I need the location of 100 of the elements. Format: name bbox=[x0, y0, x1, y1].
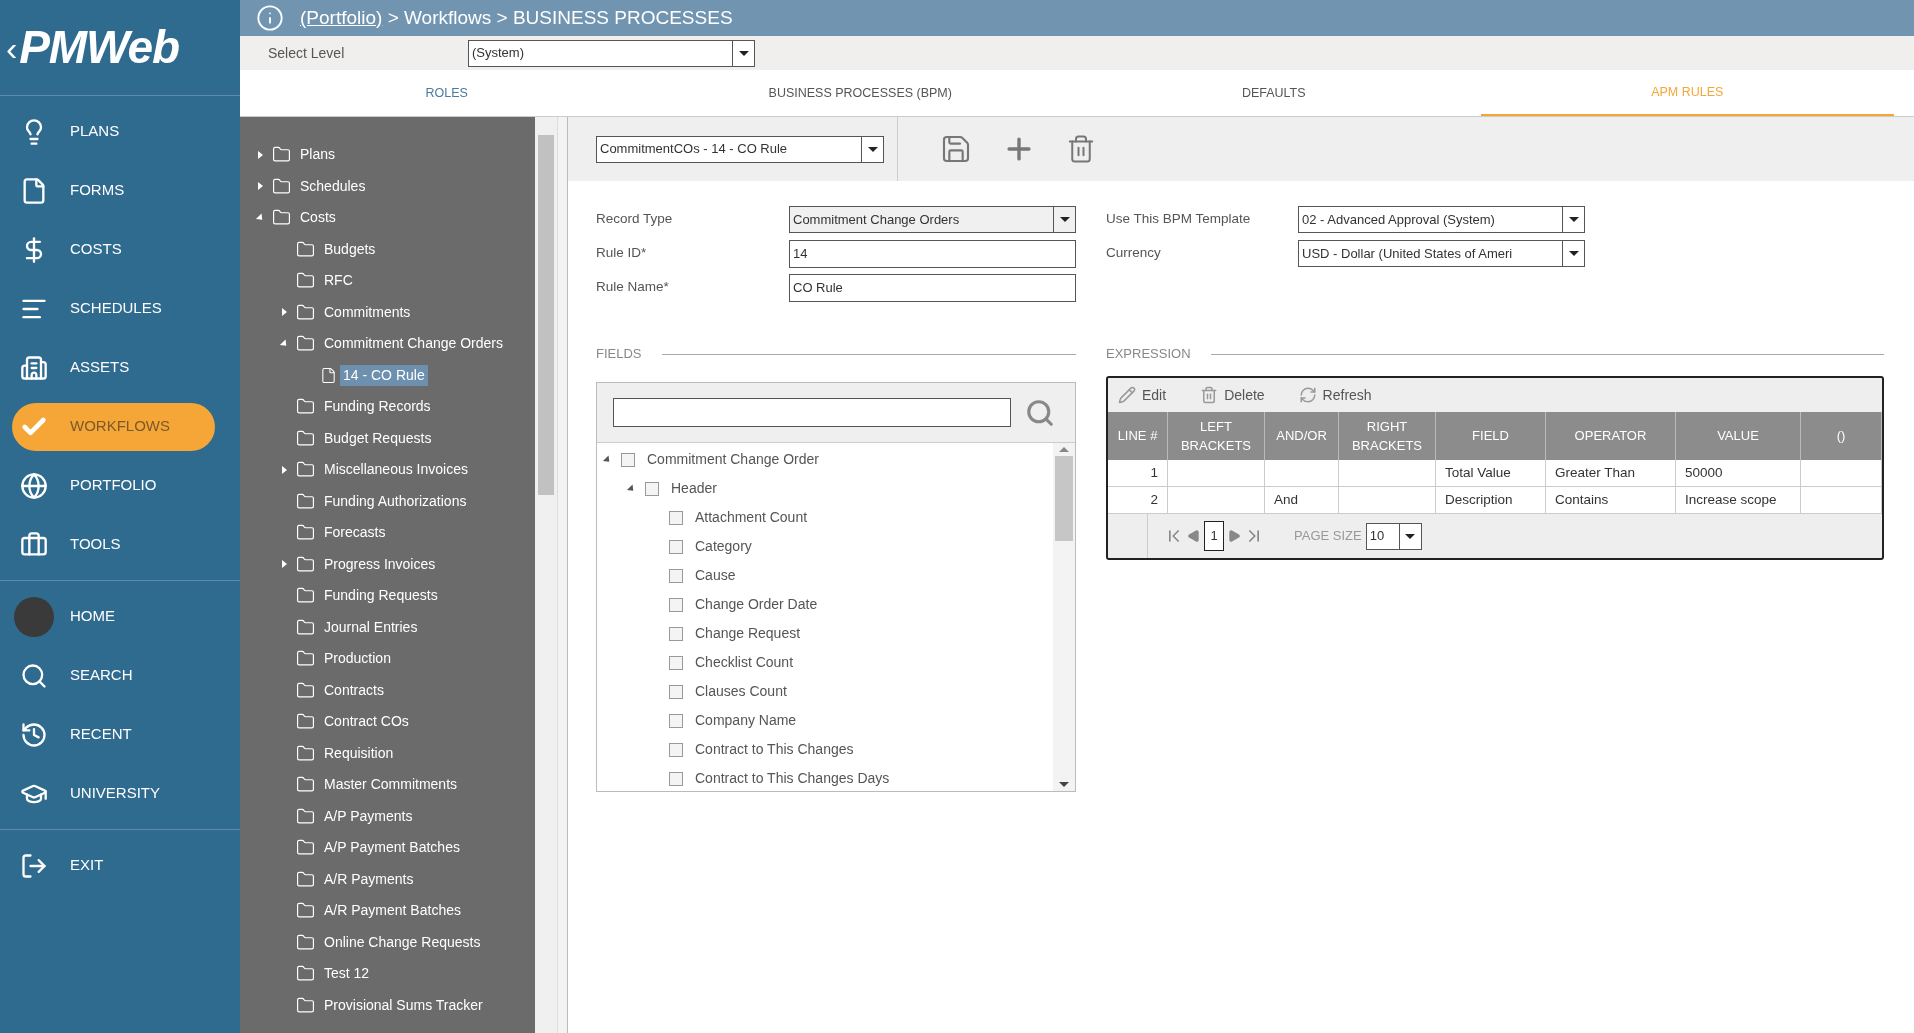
breadcrumb-link[interactable]: (Portfolio) bbox=[300, 6, 383, 28]
toolbar-button[interactable]: Delete bbox=[1200, 384, 1265, 406]
tree-item[interactable]: Funding Requests bbox=[321, 585, 441, 607]
checkbox[interactable] bbox=[669, 771, 683, 786]
nav-item[interactable]: PORTFOLIO bbox=[12, 461, 215, 510]
checkbox[interactable] bbox=[669, 742, 683, 757]
folder-icon bbox=[296, 554, 315, 574]
checkbox[interactable] bbox=[669, 510, 683, 525]
rule-dropdown[interactable]: CommitmentCOs - 14 - CO Rule bbox=[596, 135, 884, 163]
field-label: Category bbox=[695, 537, 752, 556]
tree-item[interactable]: Commitments bbox=[321, 301, 414, 323]
dropdown-arrow-icon bbox=[1059, 217, 1070, 222]
tree-item[interactable]: Plans bbox=[297, 144, 339, 166]
nav-item[interactable]: UNIVERSITY bbox=[12, 769, 215, 818]
folder-icon bbox=[296, 491, 315, 511]
briefcase-icon bbox=[20, 530, 48, 559]
collapsed-arrow-icon[interactable] bbox=[282, 560, 287, 569]
collapsed-arrow-icon[interactable] bbox=[282, 308, 287, 317]
tree-item[interactable]: A/P Payments bbox=[321, 805, 416, 827]
tree-item[interactable]: Test 12 bbox=[321, 963, 373, 985]
checkbox[interactable] bbox=[669, 539, 683, 554]
text-field[interactable]: CO Rule bbox=[789, 273, 1076, 302]
tree-item[interactable]: A/R Payment Batches bbox=[321, 900, 464, 922]
search-icon[interactable] bbox=[1025, 397, 1055, 428]
page-number[interactable]: 1 bbox=[1204, 521, 1224, 551]
tree-item[interactable]: Schedules bbox=[297, 175, 369, 197]
tree-item[interactable]: Budget Requests bbox=[321, 427, 435, 449]
dropdown[interactable]: USD - Dollar (United States of Ameri bbox=[1298, 240, 1585, 267]
tab[interactable]: BUSINESS PROCESSES (BPM) bbox=[653, 70, 1067, 116]
toolbar-button[interactable]: Refresh bbox=[1298, 384, 1372, 406]
collapsed-arrow-icon[interactable] bbox=[258, 150, 263, 159]
tree-item[interactable]: Funding Records bbox=[321, 396, 434, 418]
field-label: Change Request bbox=[695, 624, 801, 643]
delete-icon[interactable] bbox=[1066, 134, 1096, 164]
info-icon[interactable] bbox=[256, 4, 284, 32]
field-label: Clauses Count bbox=[695, 682, 787, 701]
nav-item[interactable]: SEARCH bbox=[12, 651, 215, 700]
field-label: Header bbox=[671, 479, 717, 498]
tree-item[interactable]: Commitment Change Orders bbox=[321, 333, 506, 355]
text-field[interactable]: 14 bbox=[789, 239, 1076, 268]
toolbar-button[interactable]: Edit bbox=[1118, 384, 1167, 406]
dropdown[interactable]: 02 - Advanced Approval (System) bbox=[1298, 206, 1585, 233]
tree-item[interactable]: Forecasts bbox=[321, 522, 389, 544]
previous-page-icon[interactable] bbox=[1187, 529, 1201, 543]
tree-item[interactable]: Online Change Requests bbox=[321, 931, 484, 953]
nav-item[interactable]: FORMS bbox=[12, 166, 215, 215]
checkbox[interactable] bbox=[669, 597, 683, 612]
nav-item[interactable]: HOME bbox=[12, 592, 215, 641]
tree-item[interactable]: Requisition bbox=[321, 742, 397, 764]
folder-icon bbox=[296, 743, 315, 763]
tree-item[interactable]: Master Commitments bbox=[321, 774, 461, 796]
checkbox[interactable] bbox=[669, 626, 683, 641]
history-icon bbox=[20, 720, 48, 749]
tree-item[interactable]: Miscellaneous Invoices bbox=[321, 459, 471, 481]
page-size-dropdown[interactable]: 10 bbox=[1365, 522, 1422, 550]
tree-item[interactable]: A/R Payments bbox=[321, 868, 417, 890]
nav-item[interactable]: TOOLS bbox=[12, 520, 215, 569]
tree-item[interactable]: A/P Payment Batches bbox=[321, 837, 463, 859]
checkbox[interactable] bbox=[669, 568, 683, 583]
next-page-icon[interactable] bbox=[1227, 529, 1241, 543]
record-type-dropdown[interactable]: Commitment Change Orders bbox=[789, 206, 1076, 233]
logo: PMWeb bbox=[19, 20, 179, 75]
nav-item[interactable]: RECENT bbox=[12, 710, 215, 759]
field-label: Select Level bbox=[267, 43, 346, 63]
checkbox[interactable] bbox=[645, 481, 659, 496]
collapsed-arrow-icon[interactable] bbox=[258, 182, 263, 191]
tree-item[interactable]: Provisional Sums Tracker bbox=[321, 994, 486, 1016]
table-cell-text: And bbox=[1274, 490, 1299, 509]
nav-item[interactable]: WORKFLOWS bbox=[12, 402, 215, 451]
back-chevron[interactable]: ‹ bbox=[6, 30, 18, 65]
level-dropdown[interactable]: (System) bbox=[468, 39, 755, 67]
scrollbar[interactable] bbox=[535, 117, 557, 1033]
tree-item[interactable]: Contracts bbox=[321, 679, 387, 701]
tree-item[interactable]: Budgets bbox=[321, 238, 379, 260]
nav-item[interactable]: EXIT bbox=[12, 841, 215, 890]
checkbox[interactable] bbox=[669, 655, 683, 670]
tree-item[interactable]: Journal Entries bbox=[321, 616, 421, 638]
tab[interactable]: DEFAULTS bbox=[1067, 70, 1481, 116]
nav-item[interactable]: SCHEDULES bbox=[12, 284, 215, 333]
breadcrumb-text: > Workflows > BUSINESS PROCESSES bbox=[386, 6, 733, 28]
tree-item[interactable]: Progress Invoices bbox=[321, 553, 439, 575]
tree-item[interactable]: RFC bbox=[321, 270, 356, 292]
search-field[interactable] bbox=[613, 398, 1011, 427]
tree-item[interactable]: Costs bbox=[297, 207, 339, 229]
checkbox[interactable] bbox=[621, 452, 635, 467]
checkbox[interactable] bbox=[669, 713, 683, 728]
tree-item[interactable]: Funding Authorizations bbox=[321, 490, 470, 512]
nav-item[interactable]: COSTS bbox=[12, 225, 215, 274]
search-icon bbox=[20, 661, 48, 690]
checkbox[interactable] bbox=[669, 684, 683, 699]
tree-item[interactable]: Contract COs bbox=[321, 711, 412, 733]
tab[interactable]: ROLES bbox=[240, 70, 654, 116]
scrollbar[interactable] bbox=[1053, 443, 1075, 791]
tree-item[interactable]: 14 - CO Rule bbox=[340, 364, 428, 386]
field-label: Record Type bbox=[596, 210, 674, 229]
tree-item[interactable]: Production bbox=[321, 648, 394, 670]
nav-item[interactable]: PLANS bbox=[12, 107, 215, 156]
collapsed-arrow-icon[interactable] bbox=[282, 465, 287, 474]
save-icon[interactable] bbox=[940, 133, 972, 165]
nav-item[interactable]: ASSETS bbox=[12, 343, 215, 392]
